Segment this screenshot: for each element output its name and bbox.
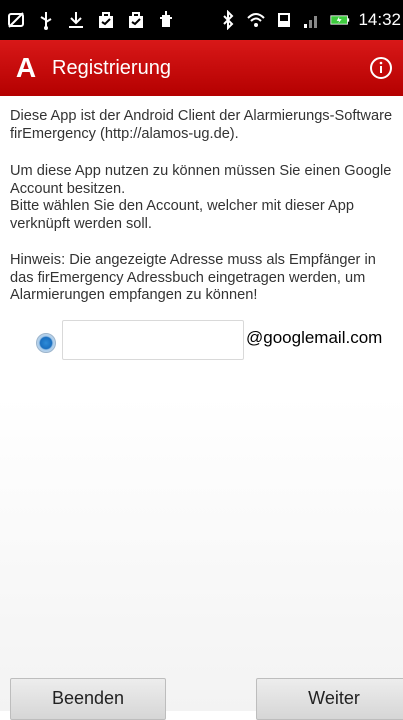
- hint-text: Hinweis: Die angezeigte Adresse muss als…: [10, 252, 376, 303]
- content-area: Diese App ist der Android Client der Ala…: [0, 96, 403, 720]
- email-field[interactable]: [62, 320, 244, 360]
- status-bar: 14:32: [0, 0, 403, 40]
- status-icons-right: 14:32: [218, 0, 403, 40]
- app-logo-icon: A: [15, 52, 37, 83]
- sd-card-icon: [274, 10, 294, 30]
- app-icon: [156, 10, 176, 30]
- info-button[interactable]: [369, 56, 393, 80]
- download-icon: [66, 10, 86, 30]
- bag-icon: [96, 10, 116, 30]
- account-text: Um diese App nutzen zu können müssen Sie…: [10, 163, 392, 232]
- wifi-icon: [246, 10, 266, 30]
- account-radio[interactable]: [36, 333, 56, 353]
- usb-icon: [36, 10, 56, 30]
- battery-charging-icon: [330, 10, 350, 30]
- status-icons-left: [6, 0, 176, 40]
- bag-icon-2: [126, 10, 146, 30]
- signal-icon: [302, 10, 322, 30]
- bluetooth-off-icon: [218, 10, 238, 30]
- action-bar: A Registrierung: [0, 40, 403, 96]
- status-time: 14:32: [358, 10, 401, 29]
- sync-off-icon: [6, 10, 26, 30]
- intro-text: Diese App ist der Android Client der Ala…: [10, 108, 393, 142]
- info-icon: [370, 57, 392, 79]
- email-domain: @googlemail.com: [246, 328, 383, 347]
- page-title: Registrierung: [52, 57, 171, 79]
- next-button[interactable]: Weiter: [256, 678, 403, 720]
- exit-button[interactable]: Beenden: [10, 678, 166, 720]
